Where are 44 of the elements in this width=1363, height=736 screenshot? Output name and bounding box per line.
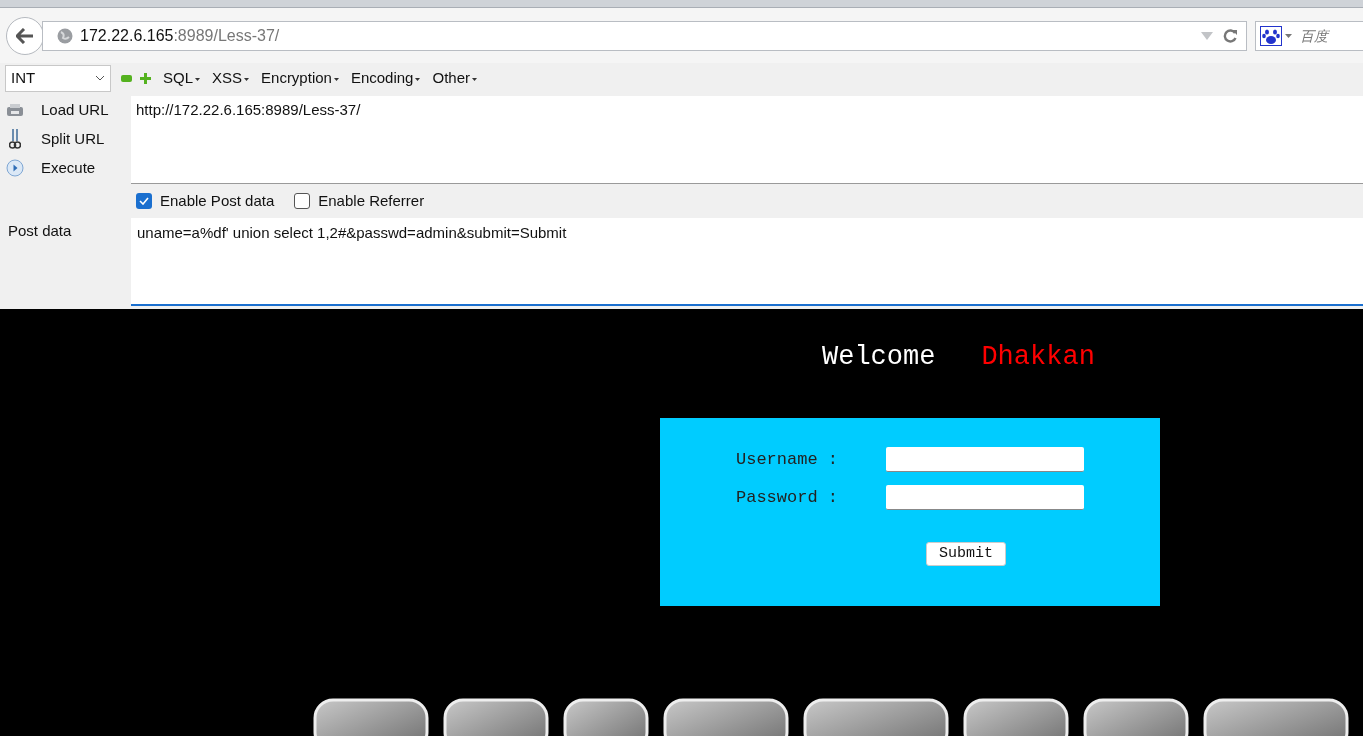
field-label: Password : <box>736 486 840 509</box>
caret-icon <box>333 77 339 82</box>
url-textarea[interactable]: http://172.22.6.165:8989/Less-37/ <box>131 96 1363 184</box>
caret-icon <box>195 77 200 82</box>
scissors-icon <box>9 128 21 150</box>
search-input[interactable]: 百度 <box>1300 25 1360 47</box>
back-button[interactable] <box>6 17 44 55</box>
caret-icon <box>244 77 250 82</box>
printer-icon <box>6 103 24 117</box>
type-select[interactable]: INT <box>5 64 111 92</box>
hackbar-action[interactable]: Execute <box>5 156 131 180</box>
address-text: 172.22.6.165:8989/Less-37/ <box>80 26 280 46</box>
chevron-icon <box>95 75 105 81</box>
globe-icon <box>57 28 73 44</box>
caret-icon <box>415 77 421 82</box>
menu-button[interactable]: SQL <box>163 66 200 90</box>
search-field[interactable]: 百度 <box>1255 21 1363 51</box>
menu-button[interactable]: Encoding <box>350 66 421 90</box>
post-data-label: Post data <box>8 222 72 239</box>
check-icon <box>139 197 149 205</box>
dropdown-arrow-icon <box>1201 32 1213 40</box>
hackbar-action[interactable]: Load URL <box>5 98 131 122</box>
option-checkbox[interactable]: Enable Referrer <box>294 189 425 213</box>
plus-icon[interactable] <box>140 72 151 84</box>
reload-icon[interactable] <box>1223 28 1238 44</box>
dropdown-arrow-icon <box>1285 34 1292 38</box>
menu-button[interactable]: Encryption <box>261 66 339 90</box>
menu-button[interactable]: XSS <box>212 66 250 90</box>
menu-button[interactable]: Other <box>432 66 477 90</box>
welcome-text: Welcome <box>822 341 936 374</box>
caret-icon <box>472 77 477 82</box>
option-checkbox[interactable]: Enable Post data <box>136 189 275 213</box>
paw-icon <box>1260 26 1282 46</box>
text-input[interactable] <box>886 447 1084 472</box>
hackbar-action[interactable]: Split URL <box>5 127 131 151</box>
address-bar[interactable]: 172.22.6.165:8989/Less-37/ <box>42 21 1247 51</box>
field-label: Username : <box>736 448 840 471</box>
minus-icon[interactable] <box>121 74 132 82</box>
text-input[interactable] <box>886 485 1084 510</box>
post-data-textarea[interactable]: uname=a%df' union select 1,2#&passwd=admin&submit=Submit <box>131 218 1363 306</box>
submit-button[interactable]: Submit <box>926 541 1006 566</box>
user-name: Dhakkan <box>981 341 1095 374</box>
back-arrow-icon <box>16 28 34 44</box>
play-icon <box>6 159 24 177</box>
